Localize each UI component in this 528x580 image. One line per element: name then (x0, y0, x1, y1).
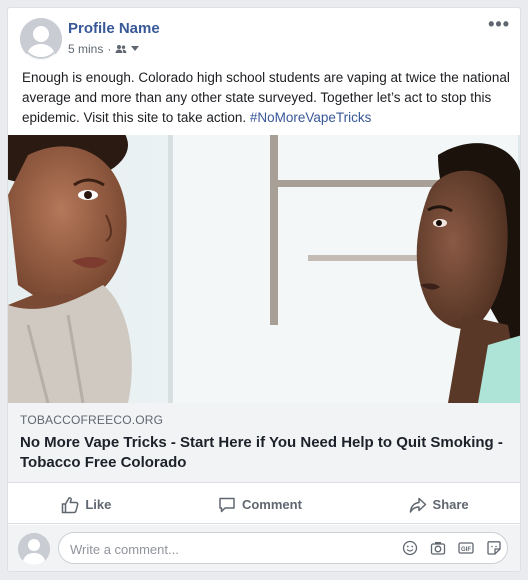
comment-button[interactable]: Comment (198, 492, 322, 518)
post-time[interactable]: 5 mins (68, 42, 103, 56)
default-avatar-icon (20, 18, 62, 60)
hashtag-link[interactable]: #NoMoreVapeTricks (250, 110, 372, 125)
action-bar: Like Comment Share (8, 486, 520, 524)
profile-avatar[interactable] (20, 18, 62, 60)
comment-label: Comment (241, 497, 302, 512)
post-image[interactable] (8, 135, 520, 403)
post-card: Profile Name 5 mins · ••• Enough is enou… (7, 7, 521, 572)
commenter-avatar (18, 533, 50, 565)
comment-icon (219, 497, 235, 512)
svg-text:GIF: GIF (461, 547, 471, 553)
link-preview[interactable]: TOBACCOFREECO.ORG No More Vape Tricks - … (8, 403, 520, 483)
like-label: Like (85, 497, 112, 512)
gif-icon[interactable]: GIF (458, 540, 474, 556)
friends-icon[interactable] (115, 44, 127, 54)
link-domain: TOBACCOFREECO.ORG (20, 413, 164, 427)
share-label: Share (432, 497, 469, 512)
post-meta: 5 mins · (68, 42, 140, 56)
link-title[interactable]: No More Vape Tricks - Start Here if You … (20, 433, 505, 473)
like-button[interactable]: Like (41, 492, 131, 518)
post-header: Profile Name 5 mins · ••• (8, 8, 520, 70)
share-button[interactable]: Share (389, 492, 489, 518)
chevron-down-icon[interactable] (131, 46, 140, 52)
share-icon (409, 497, 426, 513)
default-avatar-icon (18, 533, 50, 565)
sticker-icon[interactable] (486, 540, 502, 556)
emoji-icon[interactable] (402, 540, 418, 556)
two-women-talking-image (8, 135, 520, 403)
camera-icon[interactable] (430, 540, 446, 556)
comment-tools: GIF (402, 540, 502, 556)
comment-row: Write a comment... GIF (8, 525, 520, 571)
profile-name[interactable]: Profile Name (68, 20, 160, 37)
more-options-icon[interactable]: ••• (488, 14, 510, 35)
thumbs-up-icon (62, 496, 79, 513)
post-text: Enough is enough. Colorado high school s… (22, 68, 510, 128)
